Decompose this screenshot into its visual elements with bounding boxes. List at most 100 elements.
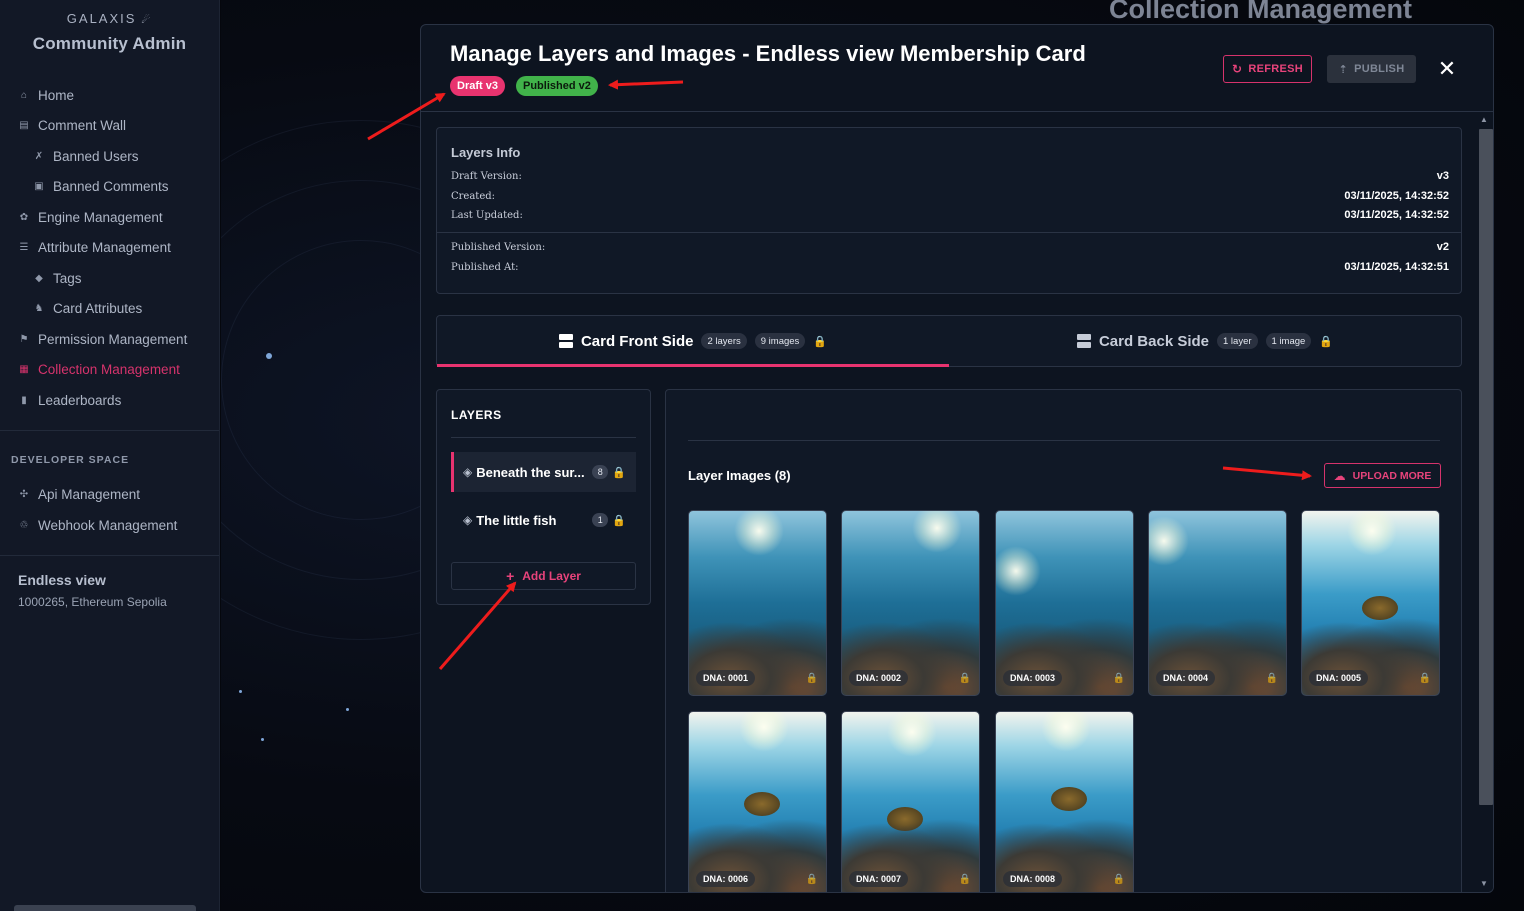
images-count-pill: 1 image bbox=[1265, 333, 1312, 349]
home-icon: ⌂ bbox=[20, 89, 28, 101]
info-label: Draft Version: bbox=[451, 170, 522, 182]
upload-more-label: UPLOAD MORE bbox=[1352, 469, 1432, 482]
layers-title: LAYERS bbox=[451, 408, 502, 422]
sidebar-item-banned-users[interactable]: ✗ Banned Users bbox=[0, 141, 219, 172]
layers-icon: ◈ bbox=[463, 465, 473, 479]
lock-icon: 🔒 bbox=[1418, 673, 1431, 684]
modal-header: Manage Layers and Images - Endless view … bbox=[421, 25, 1493, 112]
info-row-created: Created: 03/11/2025, 14:32:52 bbox=[451, 188, 1449, 204]
page-title: Collection Management bbox=[1109, 0, 1413, 24]
manage-layers-modal: Manage Layers and Images - Endless view … bbox=[420, 24, 1494, 893]
layers-info-title: Layers Info bbox=[451, 145, 521, 160]
info-row-last-updated: Last Updated: 03/11/2025, 14:32:52 bbox=[451, 207, 1449, 223]
layer-images-title: Layer Images (8) bbox=[688, 468, 791, 483]
publish-label: PUBLISH bbox=[1354, 63, 1405, 75]
sidebar: GALAXIS ☄ Community Admin ⌂ Home ▤ Comme… bbox=[0, 0, 220, 911]
layer-item-beneath-the-surface[interactable]: ◈ Beneath the sur... 8 🔒 bbox=[451, 452, 636, 492]
lock-icon: 🔒 bbox=[958, 673, 971, 684]
sidebar-scrollbar[interactable] bbox=[14, 905, 196, 911]
dna-label: DNA: 0006 bbox=[696, 871, 756, 887]
dna-label: DNA: 0002 bbox=[849, 670, 909, 686]
layer-image-thumbnail[interactable]: DNA: 0007 🔒 bbox=[841, 711, 980, 892]
modal-scrollbar[interactable]: ▲ ▼ bbox=[1477, 113, 1493, 892]
layer-images-panel: Layer Images (8) ☁ UPLOAD MORE DNA: 0001… bbox=[665, 389, 1462, 892]
info-row-published-version: Published Version: v2 bbox=[451, 239, 1449, 255]
tab-card-back-side[interactable]: Card Back Side 1 layer 1 image 🔒 bbox=[949, 316, 1461, 366]
info-value: v3 bbox=[1436, 170, 1449, 182]
sidebar-item-permission-management[interactable]: ⚑ Permission Management bbox=[0, 324, 219, 355]
sidebar-item-attribute-management[interactable]: ☰ Attribute Management bbox=[0, 233, 219, 264]
webhook-icon: ♲ bbox=[19, 519, 29, 531]
sidebar-item-label: Tags bbox=[53, 270, 82, 286]
sidebar-item-engine-management[interactable]: ✿ Engine Management bbox=[0, 202, 219, 233]
layer-image-thumbnail[interactable]: DNA: 0008 🔒 bbox=[995, 711, 1134, 892]
sidebar-item-label: Webhook Management bbox=[38, 517, 178, 533]
sidebar-item-tags[interactable]: ◆ Tags bbox=[0, 263, 219, 294]
sidebar-item-home[interactable]: ⌂ Home bbox=[0, 80, 219, 111]
api-icon: ✣ bbox=[19, 489, 29, 501]
sidebar-item-collection-management[interactable]: ▦ Collection Management bbox=[0, 355, 219, 386]
info-row-published-at: Published At: 03/11/2025, 14:32:51 bbox=[451, 259, 1449, 275]
close-button[interactable]: ✕ bbox=[1435, 55, 1459, 83]
info-value: 03/11/2025, 14:32:52 bbox=[1344, 190, 1449, 202]
sidebar-item-api-management[interactable]: ✣ Api Management bbox=[0, 480, 219, 511]
add-layer-label: Add Layer bbox=[522, 569, 581, 583]
close-icon: ✕ bbox=[1437, 56, 1457, 81]
refresh-button[interactable]: ↻ REFRESH bbox=[1223, 55, 1312, 83]
sidebar-item-label: Api Management bbox=[38, 487, 141, 503]
lock-icon: 🔒 bbox=[1319, 335, 1334, 348]
layer-image-thumbnail[interactable]: DNA: 0006 🔒 bbox=[688, 711, 827, 892]
image-sunlight bbox=[996, 546, 1041, 596]
publish-button[interactable]: ⇡ PUBLISH bbox=[1327, 55, 1416, 83]
scroll-down-icon[interactable]: ▼ bbox=[1480, 879, 1488, 888]
layer-image-thumbnail[interactable]: DNA: 0005 🔒 bbox=[1301, 510, 1440, 696]
sidebar-item-banned-comments[interactable]: ▣ Banned Comments bbox=[0, 172, 219, 203]
banned-comment-icon: ▣ bbox=[34, 181, 44, 193]
publish-icon: ⇡ bbox=[1338, 63, 1349, 76]
refresh-icon: ↻ bbox=[1231, 62, 1243, 76]
layer-image-thumbnail[interactable]: DNA: 0001 🔒 bbox=[688, 510, 827, 696]
info-label: Published At: bbox=[451, 261, 519, 273]
layer-image-thumbnail[interactable]: DNA: 0002 🔒 bbox=[841, 510, 980, 696]
draft-version-badge: Draft v3 bbox=[450, 76, 505, 96]
sidebar-item-label: Home bbox=[38, 87, 75, 103]
tab-card-front-side[interactable]: Card Front Side 2 layers 9 images 🔒 bbox=[437, 316, 949, 367]
sidebar-item-comment-wall[interactable]: ▤ Comment Wall bbox=[0, 111, 219, 142]
layer-image-thumbnail[interactable]: DNA: 0004 🔒 bbox=[1148, 510, 1287, 696]
card-side-tabs: Card Front Side 2 layers 9 images 🔒 Card… bbox=[436, 315, 1462, 367]
bar-chart-icon: ▮ bbox=[21, 394, 27, 406]
sidebar-divider bbox=[0, 429, 219, 431]
layer-image-thumbnail[interactable]: DNA: 0003 🔒 bbox=[995, 510, 1134, 696]
info-row-draft-version: Draft Version: v3 bbox=[451, 168, 1449, 184]
sidebar-item-leaderboards[interactable]: ▮ Leaderboards bbox=[0, 385, 219, 416]
sidebar-item-card-attributes[interactable]: ♞ Card Attributes bbox=[0, 294, 219, 325]
cloud-upload-icon: ☁ bbox=[1333, 468, 1346, 483]
layer-item-the-little-fish[interactable]: ◈ The little fish 1 🔒 bbox=[451, 500, 636, 540]
sidebar-item-label: Engine Management bbox=[38, 209, 163, 225]
images-count-pill: 9 images bbox=[754, 333, 806, 349]
image-sunlight bbox=[912, 511, 962, 553]
sidebar-item-label: Card Attributes bbox=[53, 301, 143, 317]
info-value: 03/11/2025, 14:32:52 bbox=[1344, 209, 1449, 221]
scroll-thumb[interactable] bbox=[1479, 129, 1493, 805]
upload-more-button[interactable]: ☁ UPLOAD MORE bbox=[1324, 463, 1441, 488]
plus-icon: + bbox=[506, 568, 515, 584]
sidebar-nav: ⌂ Home ▤ Comment Wall ✗ Banned Users ▣ B… bbox=[0, 80, 219, 416]
community-name: Endless view bbox=[18, 571, 106, 588]
dna-label: DNA: 0004 bbox=[1156, 670, 1216, 686]
community-network: 1000265, Ethereum Sepolia bbox=[18, 594, 167, 609]
permission-icon: ⚑ bbox=[19, 333, 29, 345]
layer-name: The little fish bbox=[476, 512, 557, 528]
community-info: Endless view 1000265, Ethereum Sepolia bbox=[0, 556, 219, 609]
scroll-up-icon[interactable]: ▲ bbox=[1480, 115, 1488, 124]
background-star bbox=[239, 690, 242, 693]
sidebar-item-webhook-management[interactable]: ♲ Webhook Management bbox=[0, 510, 219, 541]
layers-count-pill: 1 layer bbox=[1217, 333, 1258, 349]
banned-user-icon: ✗ bbox=[34, 150, 44, 162]
sidebar-item-label: Permission Management bbox=[38, 331, 188, 347]
layers-count-pill: 2 layers bbox=[701, 333, 747, 349]
modal-title: Manage Layers and Images - Endless view … bbox=[450, 41, 1086, 66]
add-layer-button[interactable]: + Add Layer bbox=[451, 562, 636, 590]
collection-icon: ▦ bbox=[19, 364, 29, 376]
info-value: v2 bbox=[1436, 241, 1449, 253]
